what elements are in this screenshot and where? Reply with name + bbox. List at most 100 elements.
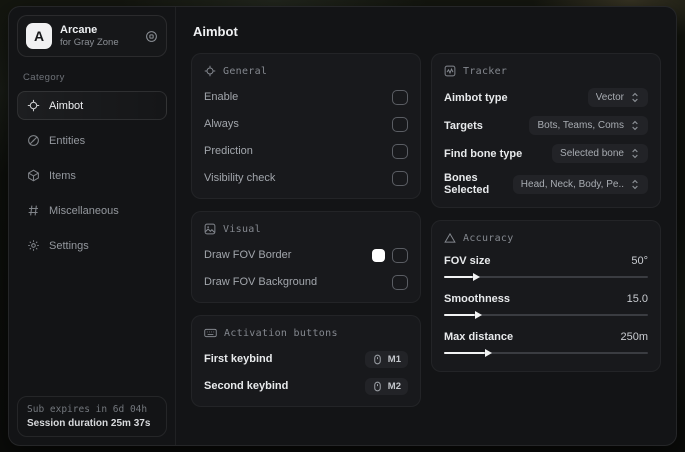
panel-accuracy-header: Accuracy [444, 232, 648, 244]
keybind-button-second[interactable]: M2 [364, 377, 408, 395]
panel-tracker: Tracker Aimbot type Vector Targets Bots,… [431, 53, 661, 208]
sidebar-item-settings[interactable]: Settings [17, 231, 167, 260]
slider-group-smoothness: Smoothness 15.0 [444, 293, 648, 319]
sidebar-item-label: Items [49, 169, 76, 182]
sidebar-item-items[interactable]: Items [17, 161, 167, 190]
mouse-icon [372, 354, 383, 365]
cube-icon [27, 169, 40, 182]
triangle-icon [444, 232, 456, 244]
slider-fov-size[interactable] [444, 273, 648, 281]
setting-label: Targets [444, 119, 483, 132]
sidebar-item-label: Aimbot [49, 99, 84, 112]
activity-icon [444, 65, 456, 77]
setting-label: First keybind [204, 353, 273, 365]
panel-title: General [223, 65, 268, 77]
setting-row-draw-fov-border: Draw FOV Border [204, 246, 408, 264]
chevron-up-down-icon [630, 179, 640, 190]
setting-row-visibility-check: Visibility check [204, 169, 408, 187]
setting-label: Second keybind [204, 380, 289, 392]
keyboard-icon [204, 327, 217, 339]
setting-label: Prediction [204, 145, 253, 157]
setting-label: Draw FOV Border [204, 249, 292, 261]
panel-title: Tracker [463, 65, 508, 77]
crosshair-icon [204, 65, 216, 77]
checkbox-prediction[interactable] [392, 143, 408, 159]
slider-value: 250m [620, 331, 648, 343]
checkbox-always[interactable] [392, 116, 408, 132]
select-value: Vector [595, 92, 624, 103]
slider-group-max-distance: Max distance 250m [444, 331, 648, 357]
subscription-info: Sub expires in 6d 04h Session duration 2… [17, 396, 167, 437]
panel-title: Activation buttons [224, 327, 338, 339]
app-brand-card: A Arcane for Gray Zone [17, 15, 167, 57]
slider-smoothness[interactable] [444, 311, 648, 319]
app-brand-text: Arcane for Gray Zone [60, 24, 137, 49]
setting-row-draw-fov-background: Draw FOV Background [204, 273, 408, 291]
panel-tracker-header: Tracker [444, 65, 648, 77]
app-name: Arcane [60, 23, 98, 36]
panel-title: Accuracy [463, 232, 514, 244]
sub-expiry-text: Sub expires in 6d 04h [27, 404, 148, 415]
select-value: Bots, Teams, Coms [537, 120, 624, 131]
panel-activation-buttons: Activation buttons First keybind M1 Seco… [191, 315, 421, 407]
panel-general-header: General [204, 65, 408, 77]
sidebar-item-aimbot[interactable]: Aimbot [17, 91, 167, 120]
panel-general: General Enable Always Prediction Visibil… [191, 53, 421, 199]
slider-value: 50° [631, 255, 648, 267]
setting-label: Max distance [444, 331, 514, 343]
category-label: Category [23, 72, 65, 83]
keybind-button-first[interactable]: M1 [364, 350, 408, 368]
keybind-value: M1 [387, 353, 401, 365]
setting-row-prediction: Prediction [204, 142, 408, 160]
checkbox-enable[interactable] [392, 89, 408, 105]
setting-label: FOV size [444, 255, 491, 267]
select-value: Head, Neck, Body, Pe.. [520, 178, 624, 190]
hash-icon [27, 204, 40, 217]
sidebar-item-label: Entities [49, 134, 86, 147]
panel-activation-header: Activation buttons [204, 327, 408, 339]
color-swatch-fov-border[interactable] [372, 248, 385, 262]
setting-row-aimbot-type: Aimbot type Vector [444, 88, 648, 107]
slider-fill [444, 314, 475, 316]
setting-row-enable: Enable [204, 88, 408, 106]
setting-label: Visibility check [204, 172, 276, 184]
cheat-menu-window: A Arcane for Gray Zone Category Aimbot E… [8, 6, 677, 446]
gear-icon [27, 239, 40, 252]
slider-fill [444, 276, 473, 278]
sidebar-item-miscellaneous[interactable]: Miscellaneous [17, 196, 167, 225]
setting-label: Find bone type [444, 147, 523, 160]
image-icon [204, 223, 216, 235]
setting-row-second-keybind: Second keybind M2 [204, 377, 408, 395]
select-aimbot-type[interactable]: Vector [587, 88, 648, 107]
select-find-bone-type[interactable]: Selected bone [552, 144, 648, 163]
setting-row-targets: Targets Bots, Teams, Coms [444, 116, 648, 135]
select-value: Selected bone [560, 148, 624, 159]
setting-row-bones-selected: Bones Selected Head, Neck, Body, Pe.. [444, 172, 648, 196]
sidebar-item-entities[interactable]: Entities [17, 126, 167, 155]
panel-visual-header: Visual [204, 223, 408, 235]
slider-max-distance[interactable] [444, 349, 648, 357]
setting-row-find-bone-type: Find bone type Selected bone [444, 144, 648, 163]
mouse-icon [372, 381, 383, 392]
chevron-up-down-icon [630, 120, 640, 131]
select-bones-selected[interactable]: Head, Neck, Body, Pe.. [512, 174, 648, 194]
radar-icon [27, 134, 40, 147]
aperture-icon[interactable] [145, 30, 158, 43]
session-duration-text: Session duration 25m 37s [27, 418, 151, 429]
chevron-up-down-icon [630, 148, 640, 159]
slider-group-fov-size: FOV size 50° [444, 255, 648, 281]
checkbox-draw-fov-background[interactable] [392, 274, 408, 290]
setting-row-first-keybind: First keybind M1 [204, 350, 408, 368]
app-logo: A [26, 23, 52, 49]
checkbox-visibility-check[interactable] [392, 170, 408, 186]
panel-visual: Visual Draw FOV Border Draw FOV Backgrou… [191, 211, 421, 303]
app-subtitle: for Gray Zone [60, 36, 119, 48]
panel-accuracy: Accuracy FOV size 50° Smoothness 15.0 Ma… [431, 220, 661, 372]
slider-value: 15.0 [626, 293, 648, 305]
chevron-up-down-icon [630, 92, 640, 103]
sidebar-item-label: Miscellaneous [49, 204, 119, 217]
checkbox-draw-fov-border[interactable] [392, 247, 408, 263]
select-targets[interactable]: Bots, Teams, Coms [529, 116, 648, 135]
setting-label: Aimbot type [444, 91, 508, 104]
keybind-value: M2 [387, 380, 401, 392]
